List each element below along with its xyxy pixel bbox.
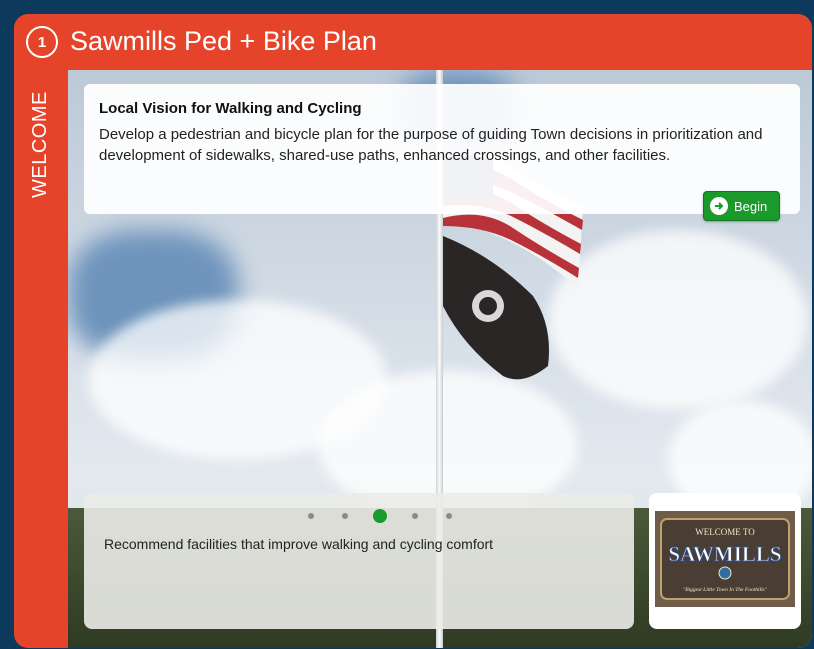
- header: 1 Sawmills Ped + Bike Plan: [14, 14, 812, 70]
- vision-card: Local Vision for Walking and Cycling Dev…: [84, 84, 800, 221]
- page-title: Sawmills Ped + Bike Plan: [70, 26, 377, 56]
- pow-flag-image: [443, 236, 549, 380]
- side-tab[interactable]: WELCOME: [14, 70, 68, 648]
- svg-text:WELCOME TO: WELCOME TO: [695, 527, 755, 537]
- carousel-slide-text: Recommend facilities that improve walkin…: [104, 536, 494, 552]
- svg-text:"Biggest Little Town In The Fo: "Biggest Little Town In The Foothills": [683, 587, 768, 593]
- vision-heading: Local Vision for Walking and Cycling: [99, 100, 362, 117]
- carousel-dots: [294, 509, 466, 523]
- logo-card: WELCOME TO SAWMILLS "Biggest Little Town…: [649, 493, 801, 629]
- begin-label: Begin: [734, 198, 768, 214]
- carousel-dot[interactable]: [412, 513, 418, 519]
- svg-text:SAWMILLS: SAWMILLS: [668, 542, 781, 566]
- step-badge: 1: [26, 26, 58, 58]
- sawmills-sign-logo: WELCOME TO SAWMILLS "Biggest Little Town…: [655, 511, 795, 607]
- carousel-dot[interactable]: [342, 513, 348, 519]
- carousel-dot[interactable]: [308, 513, 314, 519]
- begin-button[interactable]: Begin: [703, 191, 780, 221]
- carousel-card: Recommend facilities that improve walkin…: [84, 493, 634, 629]
- carousel-dot[interactable]: [373, 509, 387, 523]
- arrow-right-circle-icon: [710, 197, 728, 215]
- side-tab-label: WELCOME: [29, 91, 51, 198]
- carousel-dot[interactable]: [446, 513, 452, 519]
- vision-description: Develop a pedestrian and bicycle plan fo…: [99, 126, 763, 164]
